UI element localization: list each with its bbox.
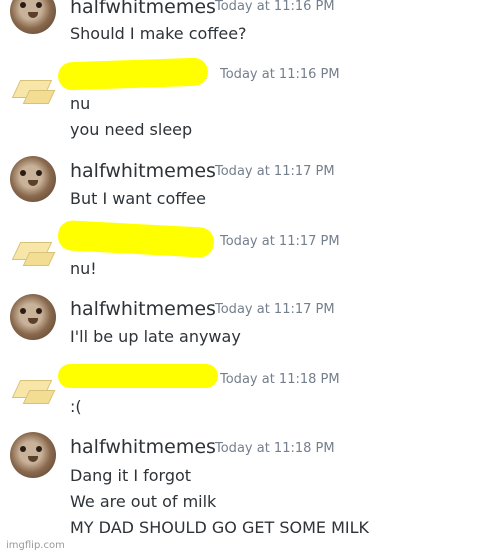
username[interactable]: halfwhitmemes [70, 298, 216, 320]
redaction-mark [57, 57, 209, 91]
message-text: Should I make coffee? [70, 24, 247, 43]
butter-icon [22, 90, 56, 104]
message-text: nu! [70, 259, 97, 278]
timestamp: Today at 11:16 PM [215, 0, 335, 14]
redaction-mark [57, 219, 215, 259]
user-avatar[interactable] [10, 294, 56, 340]
timestamp: Today at 11:17 PM [220, 234, 340, 249]
message-text: I'll be up late anyway [70, 327, 241, 346]
butter-icon [22, 390, 56, 404]
butter-avatar[interactable] [10, 226, 56, 272]
message-text: Dang it I forgot [70, 466, 192, 485]
username[interactable]: halfwhitmemes [70, 0, 216, 18]
butter-avatar[interactable] [10, 364, 56, 410]
timestamp: Today at 11:18 PM [220, 372, 340, 387]
timestamp: Today at 11:17 PM [215, 302, 335, 317]
message-text: MY DAD SHOULD GO GET SOME MILK [70, 518, 369, 537]
username[interactable]: halfwhitmemes [70, 436, 216, 458]
timestamp: Today at 11:17 PM [215, 164, 335, 179]
user-avatar[interactable] [10, 432, 56, 478]
butter-icon [22, 252, 56, 266]
watermark: imgflip.com [6, 540, 65, 551]
message-text: But I want coffee [70, 189, 206, 208]
user-avatar[interactable] [10, 0, 56, 34]
message-text: :( [70, 397, 82, 416]
message-text: We are out of milk [70, 492, 217, 511]
butter-avatar[interactable] [10, 64, 56, 110]
timestamp: Today at 11:16 PM [220, 67, 340, 82]
user-avatar[interactable] [10, 156, 56, 202]
message-text: nu [70, 94, 91, 113]
timestamp: Today at 11:18 PM [215, 441, 335, 456]
username[interactable]: halfwhitmemes [70, 160, 216, 182]
redaction-mark [58, 364, 218, 388]
message-text: you need sleep [70, 120, 193, 139]
